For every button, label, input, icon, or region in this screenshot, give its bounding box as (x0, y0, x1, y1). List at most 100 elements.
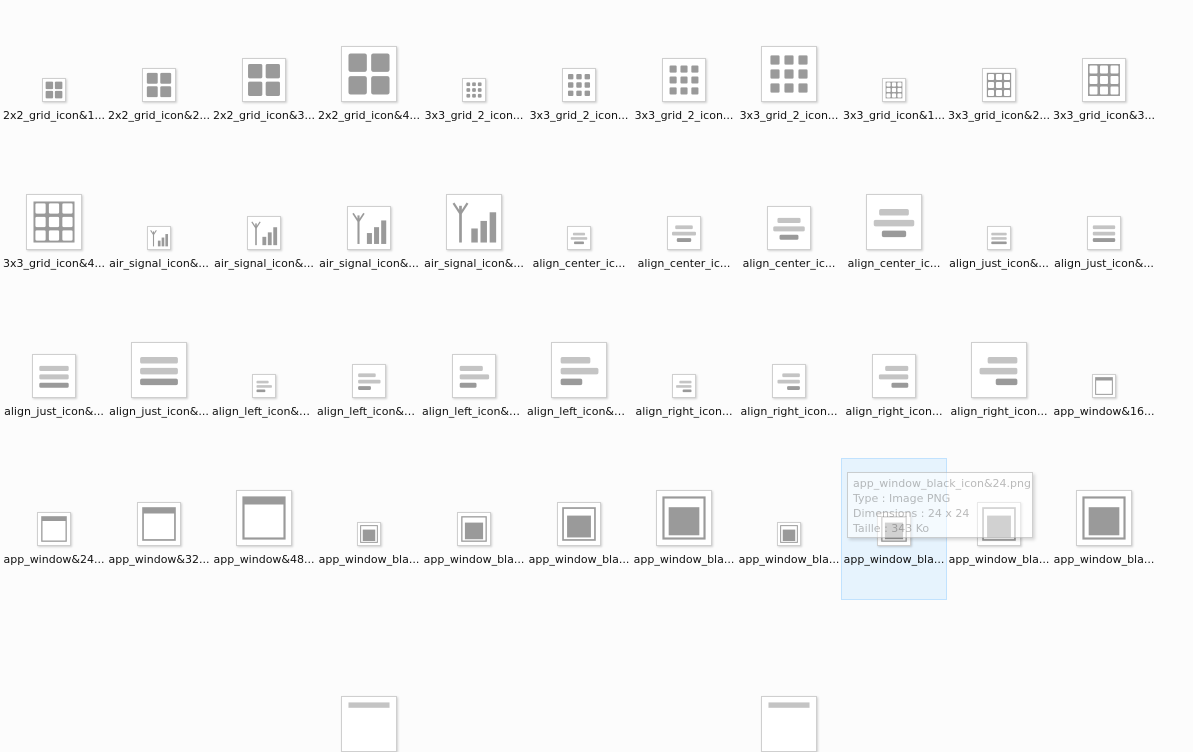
file-thumbnail (107, 180, 211, 250)
file-item[interactable]: air_signal_icon&... (317, 163, 421, 303)
file-name: align_left_icon&4... (527, 405, 631, 418)
file-item[interactable]: align_left_icon&1... (212, 311, 316, 451)
file-name: 3x3_grid_2_icon... (529, 109, 629, 122)
file-item[interactable]: app_window&24... (2, 459, 106, 599)
file-item[interactable]: align_just_icon&... (1052, 163, 1156, 303)
file-item[interactable]: align_center_ic... (527, 163, 631, 303)
file-item[interactable]: 3x3_grid_icon&2... (947, 15, 1051, 155)
align-left-icon (252, 374, 276, 398)
grid-2x2-icon (341, 46, 397, 102)
file-item[interactable]: 3x3_grid_2_icon... (422, 15, 526, 155)
align-left-icon (352, 364, 386, 398)
file-item[interactable]: 3x3_grid_icon&4... (2, 163, 106, 303)
align-center-icon (667, 216, 701, 250)
app-window-icon (37, 512, 71, 546)
file-item (422, 607, 526, 747)
file-item[interactable] (737, 607, 841, 752)
file-name: air_signal_icon&... (109, 257, 209, 270)
file-thumbnail (1052, 180, 1156, 250)
file-item[interactable]: 3x3_grid_icon&3... (1052, 15, 1156, 155)
file-item[interactable]: app_window_bla... (317, 459, 421, 599)
file-item[interactable]: air_signal_icon&... (422, 163, 526, 303)
file-item[interactable]: align_right_icon... (632, 311, 736, 451)
file-name: align_left_icon&2... (317, 405, 421, 418)
file-item[interactable]: align_right_icon... (842, 311, 946, 451)
file-item[interactable]: align_just_icon&... (947, 163, 1051, 303)
grid-3x3-icon (882, 78, 906, 102)
file-name: 3x3_grid_icon&2... (948, 109, 1050, 122)
file-name: 3x3_grid_icon&1... (843, 109, 945, 122)
file-item[interactable]: 2x2_grid_icon&2... (107, 15, 211, 155)
file-name: align_center_ic... (847, 257, 941, 270)
file-item (2, 607, 106, 747)
app-window-black-icon (777, 522, 801, 546)
file-item[interactable]: align_center_ic... (632, 163, 736, 303)
file-thumbnail (842, 476, 946, 546)
file-name: app_window&16... (1053, 405, 1155, 418)
file-name: 2x2_grid_icon&4... (318, 109, 420, 122)
file-thumbnail (212, 476, 316, 546)
file-item (212, 607, 316, 747)
file-item[interactable]: align_left_icon&2... (317, 311, 421, 451)
file-item[interactable]: app_window_bla... (841, 458, 947, 600)
file-name: align_right_icon... (740, 405, 838, 418)
file-item[interactable]: app_window_bla... (422, 459, 526, 599)
file-name: 3x3_grid_2_icon... (634, 109, 734, 122)
file-item[interactable]: 3x3_grid_2_icon... (527, 15, 631, 155)
file-item[interactable]: 3x3_grid_2_icon... (632, 15, 736, 155)
file-name: 3x3_grid_2_icon... (739, 109, 839, 122)
file-item[interactable]: align_right_icon... (737, 311, 841, 451)
file-item[interactable]: align_right_icon... (947, 311, 1051, 451)
file-thumbnail (842, 328, 946, 398)
file-name: 2x2_grid_icon&3... (213, 109, 315, 122)
file-item[interactable]: align_left_icon&3... (422, 311, 526, 451)
app-window-black-icon (877, 512, 911, 546)
file-item[interactable]: app_window&32... (107, 459, 211, 599)
file-item[interactable]: app_window_bla... (527, 459, 631, 599)
file-item[interactable]: 2x2_grid_icon&4... (317, 15, 421, 155)
app-window-black-icon (656, 490, 712, 546)
file-name: align_right_icon... (845, 405, 943, 418)
file-item[interactable]: app_window&16... (1052, 311, 1156, 451)
align-right-icon (872, 354, 916, 398)
grid-3x3-2-icon (562, 68, 596, 102)
file-item[interactable]: 2x2_grid_icon&1... (2, 15, 106, 155)
file-name: app_window_bla... (633, 553, 735, 566)
file-item[interactable]: air_signal_icon&... (107, 163, 211, 303)
file-item[interactable]: air_signal_icon&... (212, 163, 316, 303)
file-item[interactable]: app_window_bla... (632, 459, 736, 599)
file-item[interactable]: app_window_bla... (947, 459, 1051, 599)
file-item[interactable]: 2x2_grid_icon&3... (212, 15, 316, 155)
file-thumbnail (2, 476, 106, 546)
grid-3x3-icon (1082, 58, 1126, 102)
file-item[interactable]: align_center_ic... (842, 163, 946, 303)
file-item[interactable]: app_window_bla... (1052, 459, 1156, 599)
file-name: air_signal_icon&... (424, 257, 524, 270)
file-item[interactable]: align_just_icon&... (107, 311, 211, 451)
file-item (527, 607, 631, 747)
file-thumbnail (1052, 476, 1156, 546)
file-thumbnail (842, 180, 946, 250)
file-thumbnail (2, 32, 106, 102)
file-item[interactable]: align_just_icon&... (2, 311, 106, 451)
file-thumbnail (527, 476, 631, 546)
app-window-icon (236, 490, 292, 546)
file-item[interactable]: app_window_bla... (737, 459, 841, 599)
file-item[interactable]: 3x3_grid_2_icon... (737, 15, 841, 155)
app-window-black-icon (1076, 490, 1132, 546)
file-item[interactable] (317, 607, 421, 752)
align-left-icon (452, 354, 496, 398)
file-name: align_center_ic... (637, 257, 731, 270)
align-center-icon (866, 194, 922, 250)
file-item[interactable]: 3x3_grid_icon&1... (842, 15, 946, 155)
file-thumbnail (947, 476, 1051, 546)
app-window-black-icon (557, 502, 601, 546)
file-item[interactable]: align_center_ic... (737, 163, 841, 303)
file-item[interactable]: align_left_icon&4... (527, 311, 631, 451)
file-item (107, 607, 211, 747)
file-item[interactable]: app_window&48... (212, 459, 316, 599)
file-thumbnail (737, 476, 841, 546)
file-name: app_window_bla... (738, 553, 840, 566)
file-name: align_just_icon&... (4, 405, 104, 418)
file-thumbnail (422, 328, 526, 398)
